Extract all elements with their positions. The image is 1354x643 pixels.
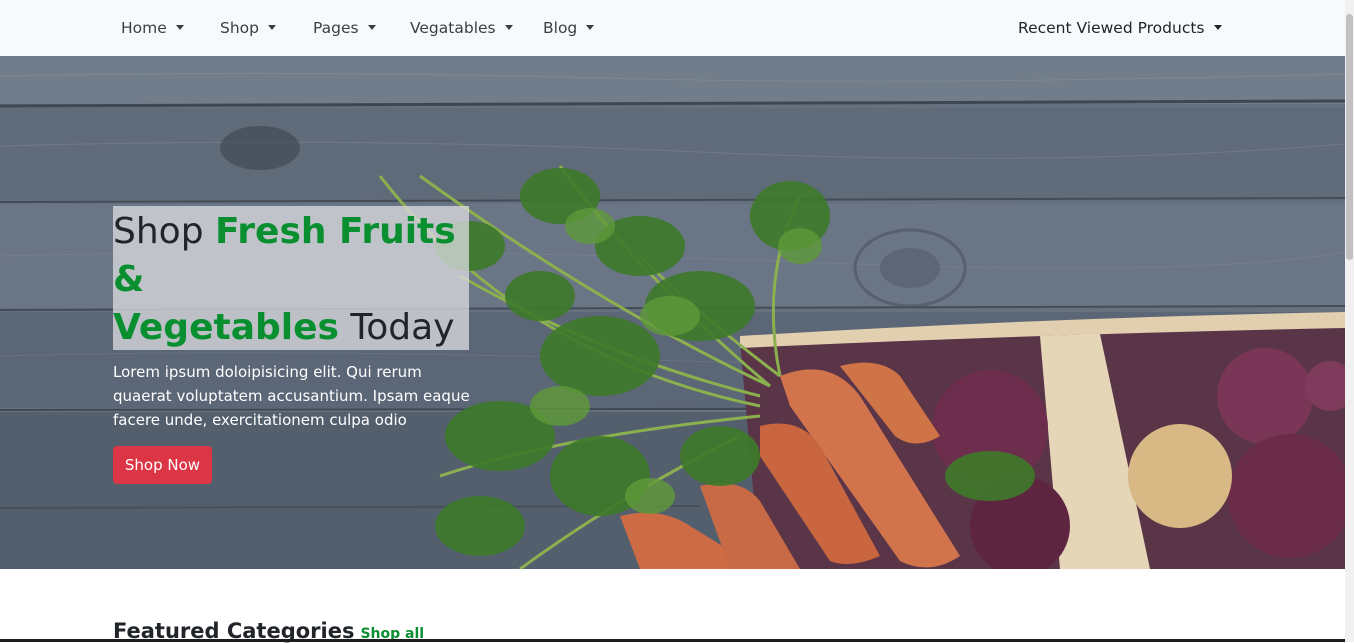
nav-home-dropdown[interactable]: Home — [121, 0, 184, 56]
headline-word-today: Today — [350, 307, 455, 348]
nav-pages-dropdown[interactable]: Pages — [313, 0, 376, 56]
scrollbar-thumb[interactable] — [1346, 14, 1353, 260]
caret-down-icon — [1213, 24, 1222, 30]
nav-blog-dropdown[interactable]: Blog — [543, 0, 595, 56]
nav-shop-dropdown[interactable]: Shop — [220, 0, 276, 56]
navbar: Home Shop Pages Vegatables Blog Recent V… — [0, 0, 1345, 56]
nav-pages-label: Pages — [313, 19, 359, 37]
nav-recent-viewed-label: Recent Viewed Products — [1018, 19, 1205, 37]
page-scrollbar[interactable] — [1345, 0, 1354, 642]
hero-description: Lorem ipsum doloipisicing elit. Qui reru… — [113, 363, 470, 429]
nav-recent-viewed-dropdown[interactable]: Recent Viewed Products — [1018, 0, 1222, 56]
caret-down-icon — [175, 24, 184, 30]
nav-vegetables-dropdown[interactable]: Vegatables — [410, 0, 513, 56]
caret-down-icon — [367, 24, 376, 30]
headline-word-shop: Shop — [113, 211, 204, 252]
shop-now-button[interactable]: Shop Now — [113, 446, 212, 484]
nav-vegetables-label: Vegatables — [410, 19, 496, 37]
caret-down-icon — [268, 24, 276, 30]
caret-down-icon — [586, 24, 595, 30]
nav-shop-label: Shop — [220, 19, 259, 37]
headline-vegetables: Vegetables — [113, 307, 339, 348]
hero-headline: Shop Fresh Fruits & Vegetables Today — [113, 208, 493, 352]
nav-blog-label: Blog — [543, 19, 578, 37]
hero-banner: Shop Fresh Fruits & Vegetables Today Lore… — [0, 56, 1345, 569]
nav-home-label: Home — [121, 19, 167, 37]
caret-down-icon — [504, 24, 513, 30]
